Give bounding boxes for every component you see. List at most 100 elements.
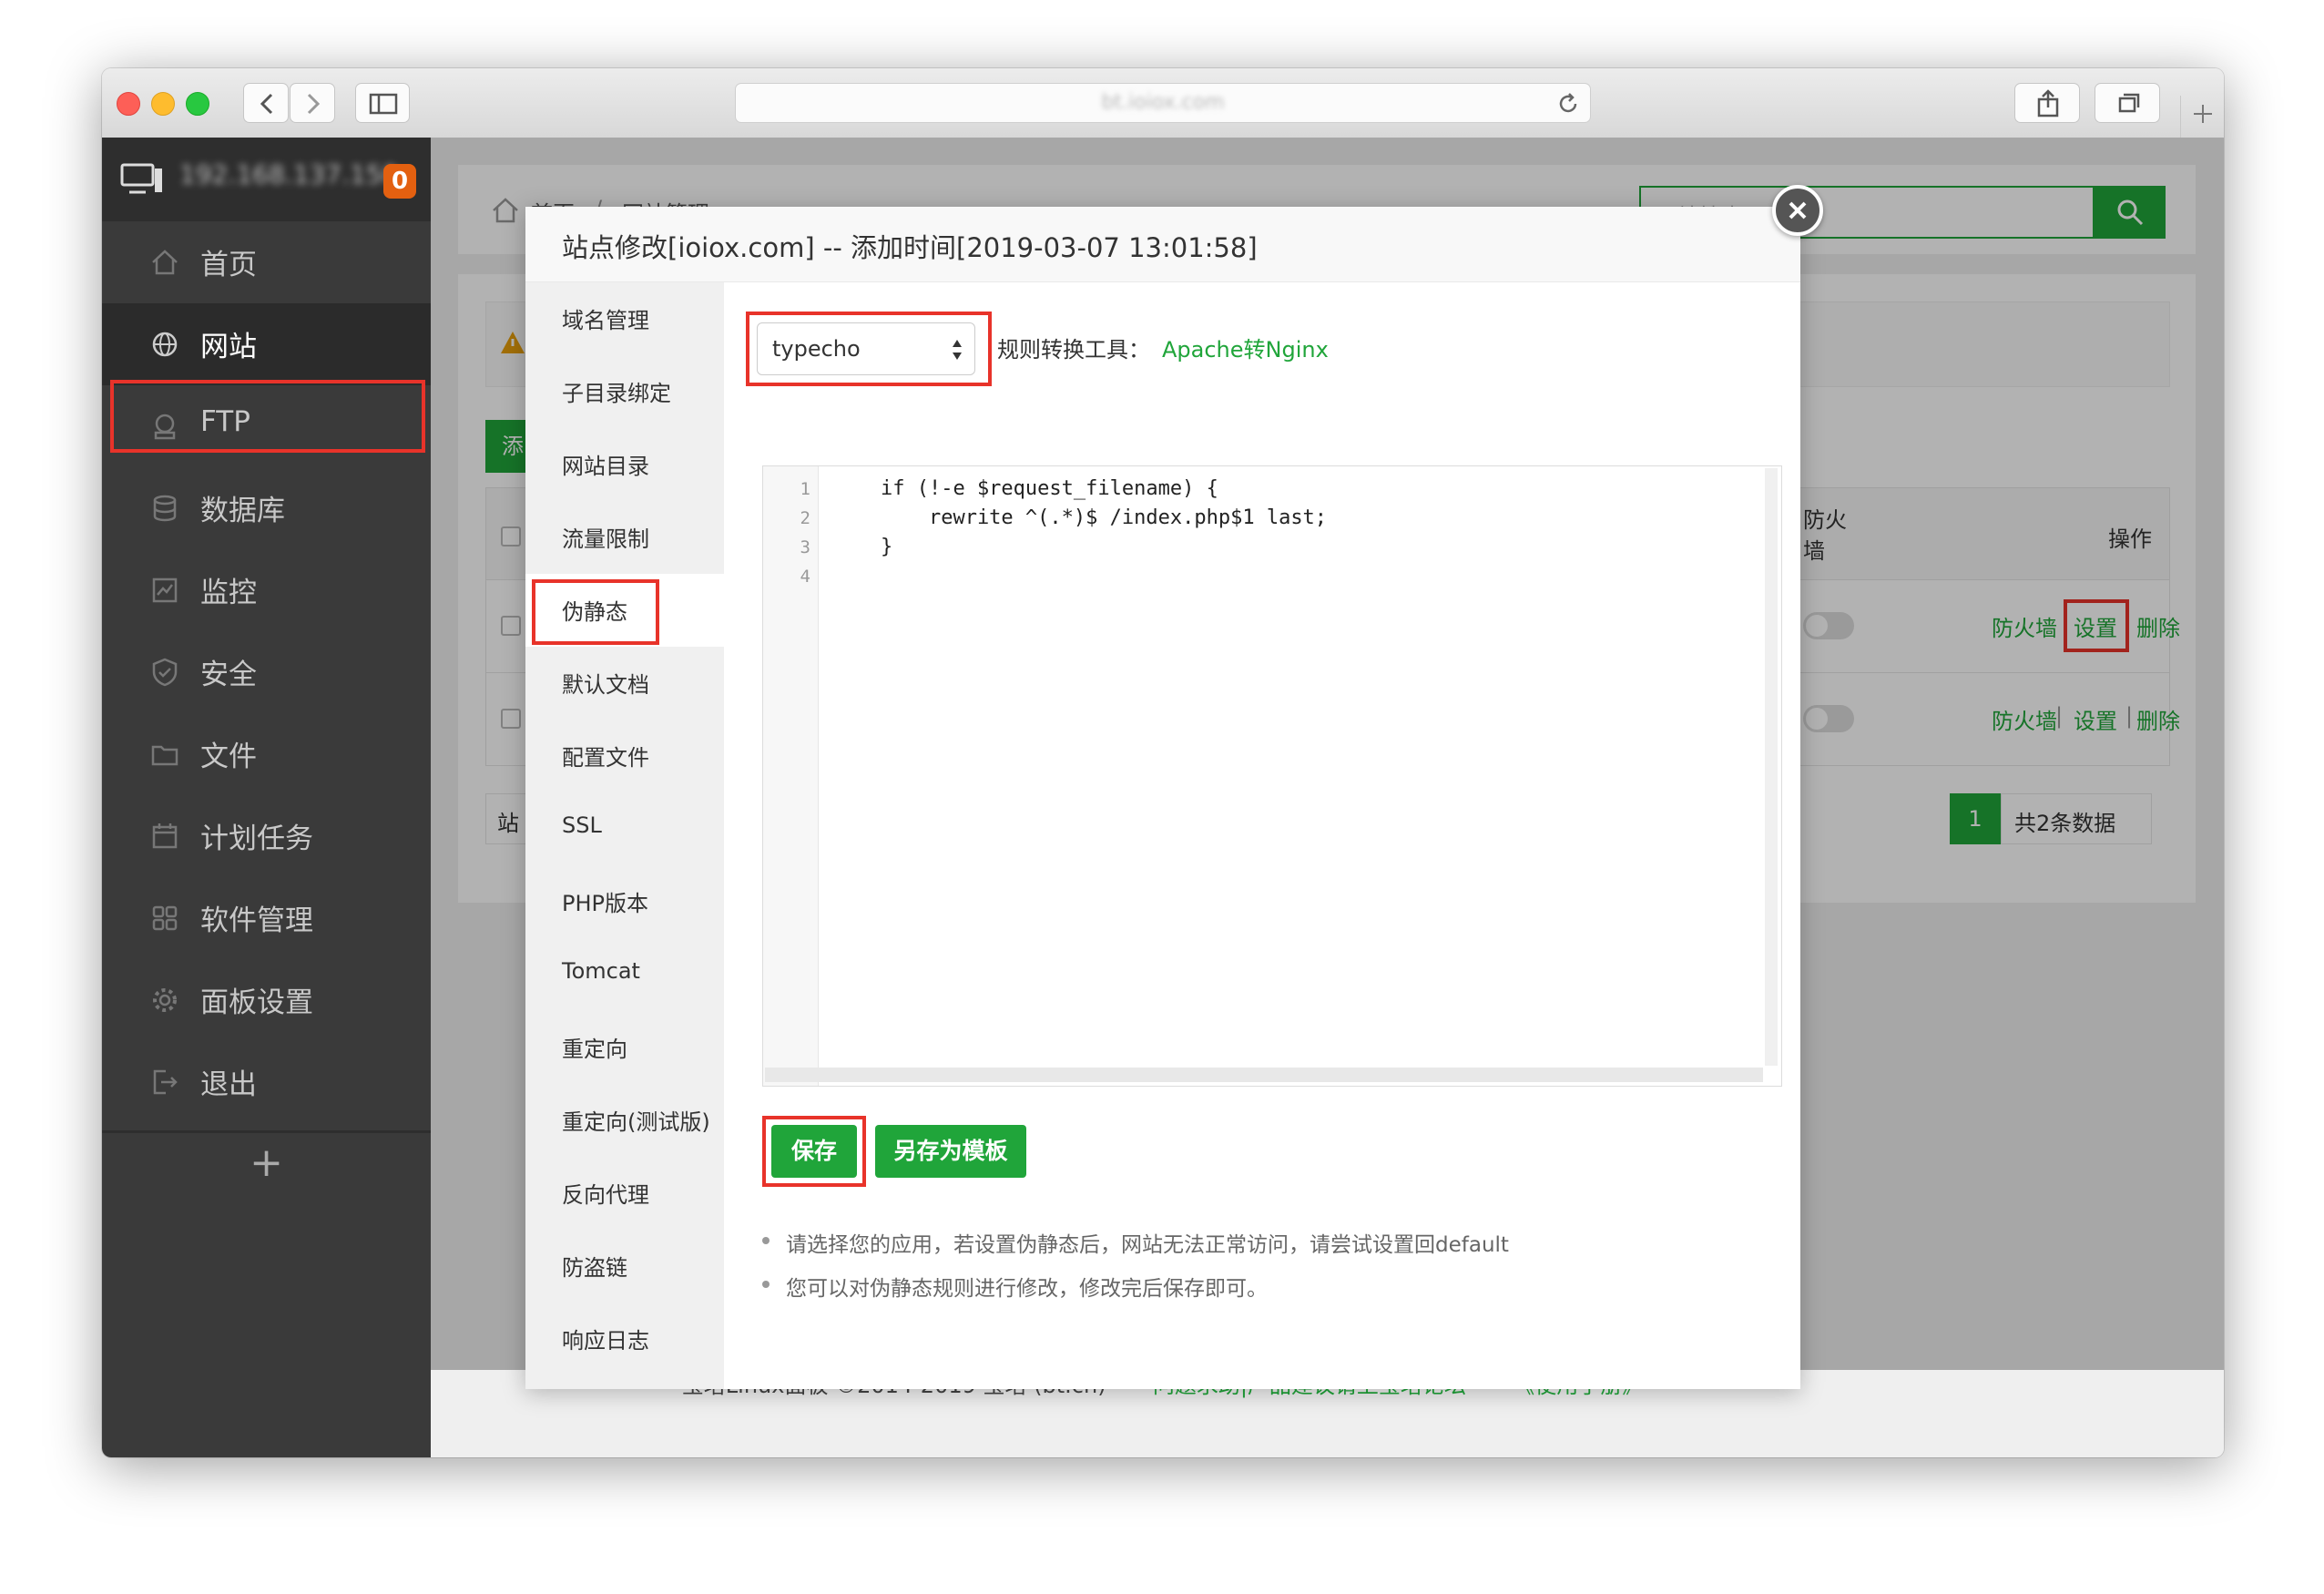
sidebar-item-label: 网站 (200, 331, 257, 363)
save-button[interactable]: 保存 (771, 1125, 857, 1178)
share-button[interactable] (2014, 83, 2080, 123)
reload-icon[interactable] (1555, 91, 1581, 117)
ftp-icon (154, 414, 176, 440)
sidebar-divider (102, 1130, 431, 1133)
sidebar-item-label: 计划任务 (200, 823, 313, 855)
sidebar-item-label: 面板设置 (200, 986, 313, 1019)
tab-php-version[interactable]: PHP版本 (525, 865, 724, 938)
tabs-overview-button[interactable] (2095, 83, 2160, 123)
share-icon (2037, 89, 2059, 118)
database-icon (153, 495, 177, 522)
close-icon (1789, 201, 1807, 220)
tab-label: 流量限制 (562, 526, 649, 552)
sidebar-item-security[interactable]: 安全 (102, 631, 431, 713)
select-arrows-icon (953, 340, 962, 360)
home-icon (152, 250, 178, 275)
sidebar-add-button[interactable]: + (102, 1139, 431, 1186)
line-number: 2 (800, 508, 810, 528)
tab-ssl[interactable]: SSL (525, 792, 724, 865)
sidebar-item-ftp[interactable]: FTP (102, 385, 431, 467)
tip-text: 您可以对伪静态规则进行修改，修改完后保存即可。 (786, 1277, 1268, 1301)
rewrite-template-select[interactable]: typecho (757, 322, 975, 375)
site-settings-dialog: 站点修改[ioiox.com] -- 添加时间[2019-03-07 13:01… (525, 185, 1823, 1389)
sidebar-item-label: 首页 (200, 249, 257, 281)
tab-hotlink-protection[interactable]: 防盗链 (525, 1230, 724, 1303)
tab-label: SSL (562, 812, 602, 838)
new-tab-button[interactable] (2180, 96, 2224, 138)
browser-window: bt.ioiox.com 192.168.137.150 0 首页 网站 FTP… (102, 68, 2224, 1457)
sidebar-item-label: FTP (200, 405, 250, 438)
sidebar-icon (369, 93, 398, 115)
sidebar-item-software[interactable]: 软件管理 (102, 877, 431, 959)
save-as-template-button[interactable]: 另存为模板 (875, 1125, 1026, 1178)
line-number: 3 (800, 537, 810, 557)
chevron-right-icon (307, 93, 321, 115)
code-line: if (!-e $request_filename) { (832, 477, 1218, 500)
tab-traffic-limit[interactable]: 流量限制 (525, 501, 724, 574)
tab-site-directory[interactable]: 网站目录 (525, 428, 724, 501)
address-bar[interactable]: bt.ioiox.com (735, 83, 1591, 123)
sidebar-item-logout[interactable]: 退出 (102, 1041, 431, 1123)
code-line: rewrite ^(.*)$ /index.php$1 last; (832, 506, 1328, 529)
sidebar-item-monitor[interactable]: 监控 (102, 549, 431, 631)
tab-domain[interactable]: 域名管理 (525, 282, 724, 355)
dialog-title: 站点修改[ioiox.com] -- 添加时间[2019-03-07 13:01… (562, 232, 1258, 263)
sidebar-header: 192.168.137.150 0 (102, 138, 431, 221)
tab-label: 配置文件 (562, 745, 649, 771)
back-button[interactable] (243, 83, 289, 123)
close-window-button[interactable] (117, 92, 140, 116)
tab-label: 反向代理 (562, 1182, 649, 1208)
sidebar-item-panel-settings[interactable]: 面板设置 (102, 959, 431, 1041)
globe-icon (152, 332, 178, 357)
plus-icon (2194, 105, 2212, 123)
tab-config-file[interactable]: 配置文件 (525, 720, 724, 792)
converter-label: 规则转换工具： (997, 337, 1150, 363)
tab-label: 网站目录 (562, 454, 649, 479)
chevron-left-icon (260, 93, 273, 115)
sidebar-item-files[interactable]: 文件 (102, 713, 431, 795)
dialog-close-button[interactable] (1772, 185, 1823, 236)
address-text: bt.ioiox.com (1101, 91, 1225, 114)
sidebar-item-label: 退出 (200, 1068, 257, 1101)
dialog-header: 站点修改[ioiox.com] -- 添加时间[2019-03-07 13:01… (525, 207, 1800, 282)
tab-label: PHP版本 (562, 891, 648, 916)
tab-reverse-proxy[interactable]: 反向代理 (525, 1157, 724, 1230)
monitor-icon (152, 577, 178, 603)
sidebar-item-website[interactable]: 网站 (102, 303, 431, 385)
sidebar-item-label: 安全 (200, 659, 257, 691)
line-number-gutter: 1 2 3 4 (763, 466, 819, 1086)
tabs-icon (2118, 93, 2140, 113)
calendar-icon (152, 823, 178, 849)
gear-icon (153, 988, 177, 1012)
forward-button[interactable] (290, 83, 335, 123)
sidebar-item-label: 软件管理 (200, 904, 313, 937)
sidebar-item-cron[interactable]: 计划任务 (102, 795, 431, 877)
minimize-window-button[interactable] (151, 92, 175, 116)
tab-label: 防盗链 (562, 1255, 627, 1281)
vertical-scrollbar[interactable] (1765, 468, 1778, 1066)
sidebar-item-label: 文件 (200, 741, 257, 773)
tab-label: Tomcat (562, 958, 640, 984)
dialog-tab-list: 域名管理 子目录绑定 网站目录 流量限制 伪静态 默认文档 配置文件 SSL P… (525, 282, 724, 1389)
code-line: } (832, 536, 893, 558)
browser-toolbar: bt.ioiox.com (102, 68, 2224, 138)
tab-access-log[interactable]: 响应日志 (525, 1303, 724, 1375)
tab-subdir-binding[interactable]: 子目录绑定 (525, 355, 724, 428)
rewrite-panel: typecho 规则转换工具： Apache转Nginx 1 2 3 4 if … (724, 282, 1800, 1389)
tab-label: 重定向(测试版) (562, 1109, 710, 1135)
tab-default-document[interactable]: 默认文档 (525, 647, 724, 720)
folder-icon (151, 745, 178, 766)
apache-to-nginx-link[interactable]: Apache转Nginx (1162, 332, 1329, 363)
tab-label: 响应日志 (562, 1328, 649, 1354)
notification-badge[interactable]: 0 (383, 164, 416, 199)
tab-tomcat[interactable]: Tomcat (525, 938, 724, 1011)
tab-redirect[interactable]: 重定向 (525, 1011, 724, 1084)
zoom-window-button[interactable] (186, 92, 209, 116)
sidebar-toggle-button[interactable] (355, 83, 410, 123)
sidebar-item-database[interactable]: 数据库 (102, 467, 431, 549)
rewrite-code-editor[interactable]: 1 2 3 4 if (!-e $request_filename) { rew… (762, 465, 1782, 1087)
sidebar-item-home[interactable]: 首页 (102, 221, 431, 303)
tab-redirect-beta[interactable]: 重定向(测试版) (525, 1084, 724, 1157)
tab-label: 子目录绑定 (562, 381, 671, 406)
horizontal-scrollbar[interactable] (765, 1068, 1763, 1082)
